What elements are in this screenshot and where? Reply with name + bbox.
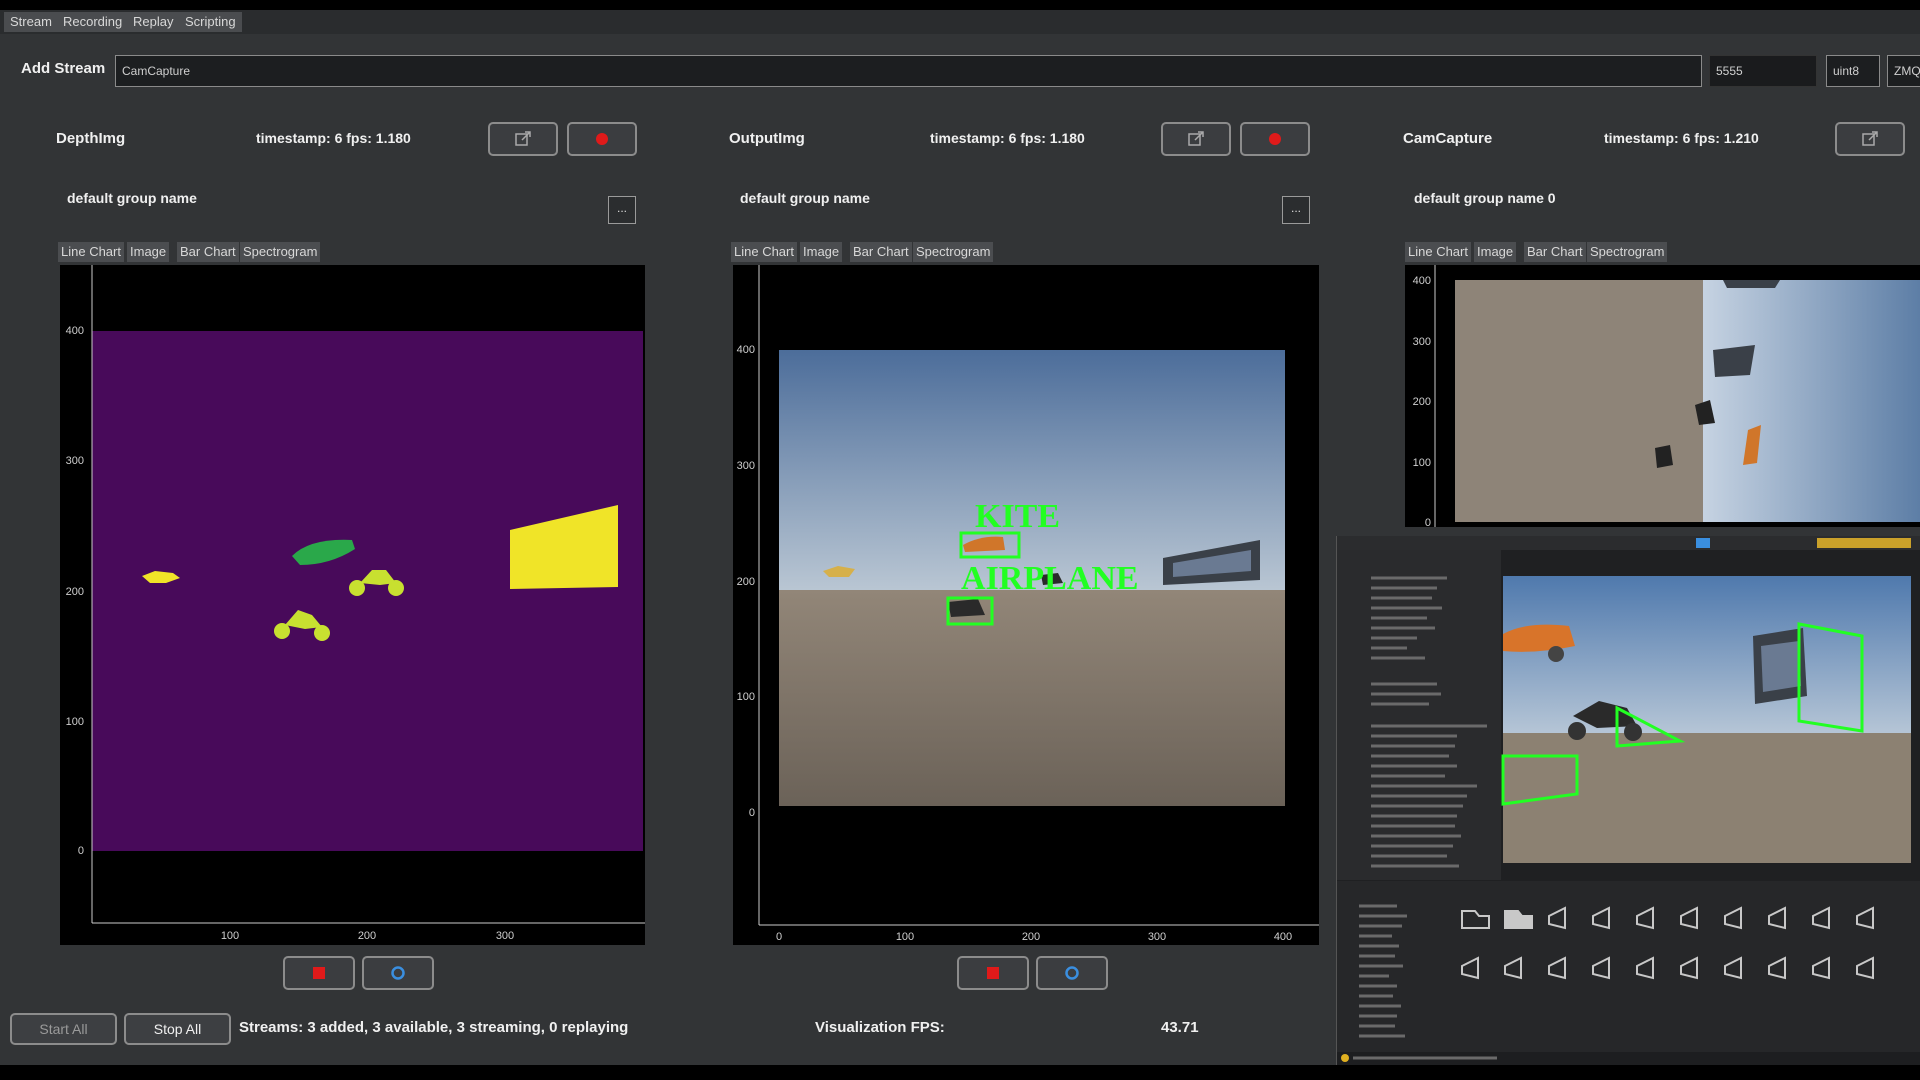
start-button-outputimg[interactable] — [1036, 956, 1108, 990]
record-button-outputimg[interactable] — [957, 956, 1029, 990]
image-plot-depthimg[interactable]: 400 300 200 100 0 100 200 300 — [60, 265, 645, 945]
tab-bar-chart-camcapture[interactable]: Bar Chart — [1524, 242, 1586, 262]
start-all-button[interactable]: Start All — [10, 1013, 117, 1045]
menu-replay[interactable]: Replay — [127, 12, 180, 32]
detection-label-airplane: AIRPLANE — [961, 560, 1139, 597]
stream-title-outputimg: OutputImg — [729, 130, 805, 147]
group-name-camcapture: default group name 0 — [1414, 190, 1556, 206]
tab-bar-chart-outputimg[interactable]: Bar Chart — [850, 242, 912, 262]
y-tick-label: 300 — [1413, 336, 1431, 348]
y-tick-label: 100 — [737, 691, 755, 703]
tab-spectrogram-camcapture[interactable]: Spectrogram — [1587, 242, 1668, 262]
tab-image-outputimg[interactable]: Image — [800, 242, 843, 262]
stream-title-depthimg: DepthImg — [56, 130, 126, 147]
detection-label-kite: KITE — [975, 498, 1060, 535]
visualization-fps-label: Visualization FPS: — [815, 1019, 945, 1036]
tab-image-camcapture[interactable]: Image — [1474, 242, 1517, 262]
image-plot-camcapture[interactable]: 400 300 200 100 0 — [1405, 265, 1920, 527]
x-tick-label: 0 — [776, 931, 782, 943]
y-tick-label: 400 — [737, 344, 755, 356]
x-tick-label: 200 — [1022, 931, 1040, 943]
dtype-select[interactable]: uint8 — [1826, 55, 1880, 87]
group-name-depthimg: default group name — [67, 190, 197, 206]
tab-line-chart-depthimg[interactable]: Line Chart — [58, 242, 124, 262]
start-icon — [1065, 966, 1079, 980]
stream-timestamp-camcapture: timestamp: 6 fps: 1.210 — [1604, 130, 1759, 146]
x-tick-label: 300 — [496, 930, 514, 942]
project-panel — [1337, 881, 1920, 1065]
tab-spectrogram-outputimg[interactable]: Spectrogram — [913, 242, 994, 262]
start-icon — [391, 966, 405, 980]
scene-view — [1501, 576, 1911, 863]
image-plot-outputimg[interactable]: KITE AIRPLANE 400 300 200 100 0 0 100 20… — [733, 265, 1319, 945]
popout-icon — [515, 131, 531, 146]
stop-icon — [1269, 133, 1281, 145]
tab-image-depthimg[interactable]: Image — [127, 242, 170, 262]
editor-badge — [1817, 538, 1911, 548]
stream-timestamp-outputimg: timestamp: 6 fps: 1.180 — [930, 130, 1085, 146]
popout-button-camcapture[interactable] — [1835, 122, 1905, 156]
y-tick-label: 200 — [737, 576, 755, 588]
y-tick-label: 0 — [78, 845, 84, 857]
group-options-button-depthimg[interactable]: ... — [608, 196, 636, 224]
x-tick-label: 300 — [1148, 931, 1166, 943]
y-tick-label: 100 — [1413, 457, 1431, 469]
x-tick-label: 100 — [221, 930, 239, 942]
tab-line-chart-outputimg[interactable]: Line Chart — [731, 242, 797, 262]
app-window: Stream Recording Replay Scripting Add St… — [0, 10, 1920, 1065]
menu-bar: Stream Recording Replay Scripting — [0, 10, 1920, 34]
popout-button-depthimg[interactable] — [488, 122, 558, 156]
stream-title-camcapture: CamCapture — [1403, 130, 1493, 147]
x-tick-label: 200 — [358, 930, 376, 942]
y-tick-label: 200 — [66, 586, 84, 598]
menu-recording[interactable]: Recording — [57, 12, 129, 32]
port-input[interactable]: 5555 — [1709, 55, 1817, 87]
record-icon — [313, 967, 325, 979]
stop-all-button[interactable]: Stop All — [124, 1013, 231, 1045]
add-stream-label: Add Stream — [21, 60, 106, 77]
depth-image — [92, 331, 643, 851]
tab-spectrogram-depthimg[interactable]: Spectrogram — [240, 242, 321, 262]
y-tick-label: 300 — [737, 460, 755, 472]
y-tick-label: 100 — [66, 716, 84, 728]
unity-editor-window — [1336, 536, 1920, 1065]
y-tick-label: 400 — [66, 325, 84, 337]
y-tick-label: 200 — [1413, 396, 1431, 408]
group-options-button-outputimg[interactable]: ... — [1282, 196, 1310, 224]
popout-icon — [1188, 131, 1204, 146]
y-tick-label: 0 — [749, 807, 755, 819]
stream-timestamp-depthimg: timestamp: 6 fps: 1.180 — [256, 130, 411, 146]
popout-icon — [1862, 131, 1878, 146]
y-tick-label: 300 — [66, 455, 84, 467]
protocol-select[interactable]: ZMQ — [1887, 55, 1920, 87]
tab-line-chart-camcapture[interactable]: Line Chart — [1405, 242, 1471, 262]
stop-icon — [596, 133, 608, 145]
warning-icon — [1341, 1054, 1349, 1062]
menu-scripting[interactable]: Scripting — [179, 12, 242, 32]
tab-bar-chart-depthimg[interactable]: Bar Chart — [177, 242, 239, 262]
y-tick-label: 0 — [1425, 517, 1431, 527]
visualization-fps-value: 43.71 — [1161, 1019, 1199, 1036]
streams-status-text: Streams: 3 added, 3 available, 3 streami… — [239, 1019, 629, 1036]
remove-button-depthimg[interactable] — [567, 122, 637, 156]
record-button-depthimg[interactable] — [283, 956, 355, 990]
stream-name-input[interactable]: CamCapture — [115, 55, 1702, 87]
rotated-camera-frame — [1455, 280, 1920, 522]
y-tick-label: 400 — [1413, 275, 1431, 287]
x-tick-label: 100 — [896, 931, 914, 943]
popout-button-outputimg[interactable] — [1161, 122, 1231, 156]
menu-stream[interactable]: Stream — [4, 12, 58, 32]
remove-button-outputimg[interactable] — [1240, 122, 1310, 156]
record-icon — [987, 967, 999, 979]
x-tick-label: 400 — [1274, 931, 1292, 943]
group-name-outputimg: default group name — [740, 190, 870, 206]
play-icon — [1696, 538, 1710, 548]
start-button-depthimg[interactable] — [362, 956, 434, 990]
